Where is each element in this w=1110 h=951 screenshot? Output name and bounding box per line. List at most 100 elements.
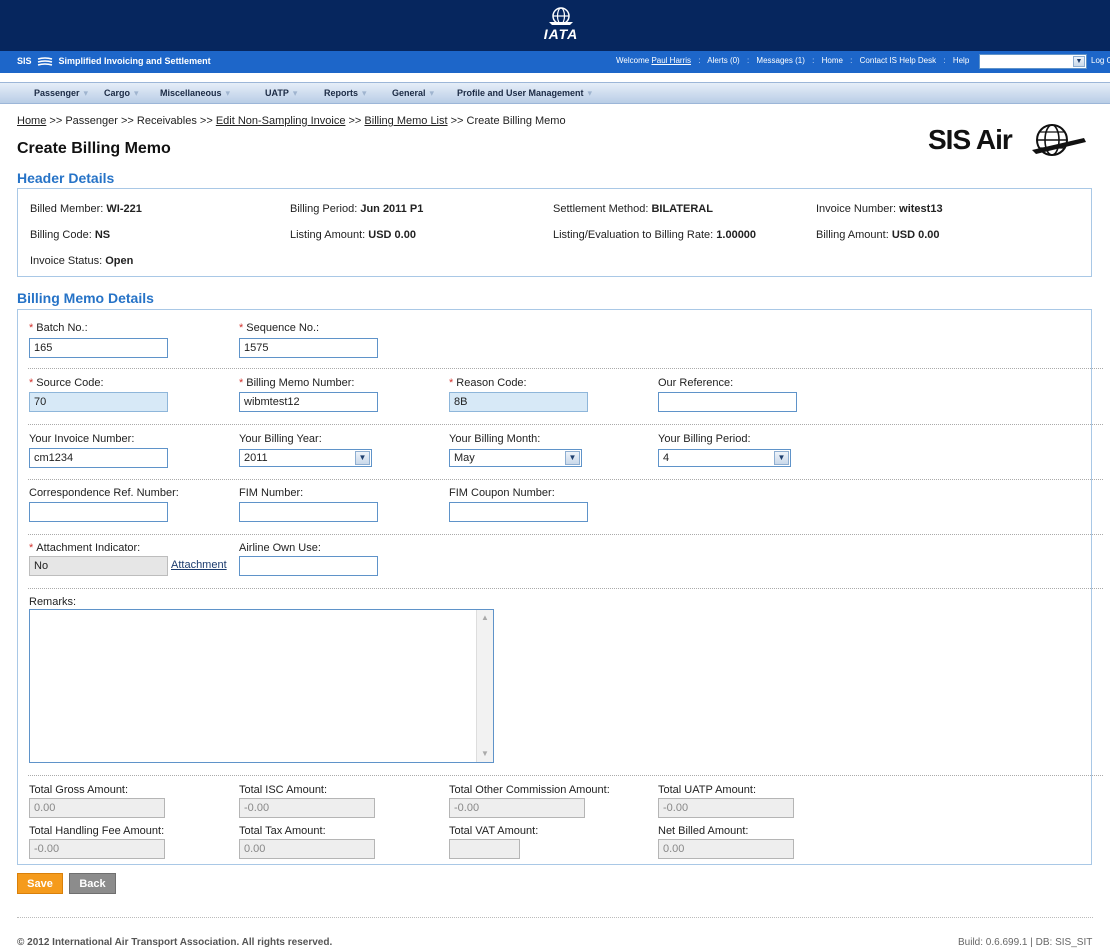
billing-rate-value: 1.00000 <box>716 229 757 241</box>
our-reference-label: Our Reference: <box>658 377 734 389</box>
total-gross-label: Total Gross Amount: <box>29 784 129 796</box>
app-prefix: SIS <box>17 56 32 66</box>
settlement-method: Settlement Method: BILATERAL <box>553 203 713 215</box>
menu-reports[interactable]: Reports ▾ <box>324 88 367 99</box>
messages-link[interactable]: Messages (1) <box>756 56 804 65</box>
app-header-bar: SIS Simplified Invoicing and Settlement … <box>0 51 1110 73</box>
logoff-link[interactable]: Log Off <box>1091 56 1110 65</box>
correspondence-ref-input[interactable] <box>29 502 168 522</box>
remarks-scrollbar[interactable]: ▲ ▼ <box>476 610 493 762</box>
home-link[interactable]: Home <box>822 56 843 65</box>
menu-cargo[interactable]: Cargo ▾ <box>104 88 139 99</box>
scroll-down-icon[interactable]: ▼ <box>478 747 492 761</box>
page-title: Create Billing Memo <box>17 140 171 157</box>
source-code-input[interactable]: 70 <box>29 392 168 412</box>
back-button[interactable]: Back <box>69 873 116 894</box>
net-billed-field: 0.00 <box>658 839 794 859</box>
total-vat-label: Total VAT Amount: <box>449 825 539 837</box>
reason-code-input[interactable]: 8B <box>449 392 588 412</box>
app-name: Simplified Invoicing and Settlement <box>58 56 211 66</box>
billing-period-value: Jun 2011 P1 <box>360 203 424 215</box>
batch-label-text: Batch No.: <box>36 322 88 334</box>
help-desk-link[interactable]: Contact IS Help Desk <box>860 56 936 65</box>
invoice-status-label: Invoice Status: <box>30 255 103 267</box>
billing-memo-number-input[interactable]: wibmtest12 <box>239 392 378 412</box>
billing-code: Billing Code: NS <box>30 229 110 241</box>
fim-coupon-number-input[interactable] <box>449 502 588 522</box>
remarks-textarea[interactable]: ▲ ▼ <box>29 609 494 763</box>
menu-uatp[interactable]: UATP ▾ <box>265 88 297 99</box>
billing-amount-label: Billing Amount: <box>816 229 889 241</box>
attachment-indicator-label: * Attachment Indicator: <box>29 542 140 554</box>
invoice-number-value: witest13 <box>899 203 943 215</box>
menu-label: Reports <box>324 88 359 98</box>
app-brand: SIS Simplified Invoicing and Settlement <box>17 56 211 67</box>
menu-profile-user-management[interactable]: Profile and User Management ▾ <box>457 88 592 99</box>
divider <box>28 775 1103 776</box>
reason-code-label: * Reason Code: <box>449 377 527 389</box>
airline-own-use-label: Airline Own Use: <box>239 542 321 554</box>
sequence-input[interactable]: 1575 <box>239 338 378 358</box>
chevron-down-icon: ▾ <box>362 88 367 98</box>
menu-label: Profile and User Management <box>457 88 584 98</box>
attachment-link[interactable]: Attachment <box>171 559 227 571</box>
menu-general[interactable]: General ▾ <box>392 88 434 99</box>
chevron-down-icon: ▾ <box>292 88 298 98</box>
your-billing-period-value: 4 <box>663 452 670 464</box>
menu-passenger[interactable]: Passenger ▾ <box>34 88 88 99</box>
your-billing-period-label: Your Billing Period: <box>658 433 751 445</box>
total-tax-label: Total Tax Amount: <box>239 825 326 837</box>
your-billing-year-select[interactable]: 2011 ▼ <box>239 449 372 467</box>
globe-icon <box>549 7 573 25</box>
member-select[interactable]: IB-075 ▼ <box>979 54 1087 69</box>
chevron-down-icon: ▾ <box>429 88 435 98</box>
billing-period-label: Billing Period: <box>290 203 358 215</box>
your-billing-year-value: 2011 <box>244 452 268 464</box>
invoice-number: Invoice Number: witest13 <box>816 203 943 215</box>
sis-air-logo: SIS Air <box>928 120 1088 164</box>
sequence-label: * Sequence No.: <box>239 322 319 334</box>
breadcrumb-billing-memo-list-link[interactable]: Billing Memo List <box>364 115 447 127</box>
chevron-down-icon: ▾ <box>587 88 593 98</box>
save-button[interactable]: Save <box>17 873 63 894</box>
sis-lines-icon <box>37 56 53 66</box>
total-other-commission-label: Total Other Commission Amount: <box>449 784 610 796</box>
chevron-down-icon: ▾ <box>134 88 139 98</box>
user-name-link[interactable]: Paul Harris <box>651 56 691 65</box>
breadcrumb-edit-invoice-link[interactable]: Edit Non-Sampling Invoice <box>216 115 346 127</box>
menu-label: Miscellaneous <box>160 88 222 98</box>
help-link[interactable]: Help <box>953 56 969 65</box>
total-uatp-label: Total UATP Amount: <box>658 784 757 796</box>
divider <box>28 588 1103 589</box>
menu-miscellaneous[interactable]: Miscellaneous ▾ <box>160 88 230 99</box>
attachment-indicator-field: No <box>29 556 168 576</box>
breadcrumb-separator: >> <box>348 115 362 127</box>
total-tax-field: 0.00 <box>239 839 375 859</box>
breadcrumb-separator: >> <box>450 115 464 127</box>
your-billing-month-value: May <box>454 452 475 464</box>
total-handling-fee-field: -0.00 <box>29 839 165 859</box>
fim-number-input[interactable] <box>239 502 378 522</box>
your-billing-year-label: Your Billing Year: <box>239 433 322 445</box>
chevron-down-icon: ▼ <box>565 451 580 465</box>
batch-input[interactable]: 165 <box>29 338 168 358</box>
your-billing-month-label: Your Billing Month: <box>449 433 541 445</box>
our-reference-input[interactable] <box>658 392 797 412</box>
alerts-link[interactable]: Alerts (0) <box>707 56 739 65</box>
billing-rate: Listing/Evaluation to Billing Rate: 1.00… <box>553 229 756 241</box>
breadcrumb-home-link[interactable]: Home <box>17 115 46 127</box>
invoice-status-value: Open <box>105 255 134 267</box>
scroll-up-icon[interactable]: ▲ <box>478 611 492 625</box>
member-select-value: IB-075 <box>983 57 1007 66</box>
header-details-panel: Billed Member: WI-221 Billing Period: Ju… <box>17 188 1092 277</box>
airline-own-use-input[interactable] <box>239 556 378 576</box>
iata-logo: IATA <box>532 6 590 48</box>
your-invoice-number-input[interactable]: cm1234 <box>29 448 168 468</box>
reason-code-label-text: Reason Code: <box>456 377 527 389</box>
sis-air-wordmark: SIS Air <box>928 124 1013 155</box>
chevron-down-icon: ▾ <box>225 88 231 98</box>
your-billing-month-select[interactable]: May ▼ <box>449 449 582 467</box>
listing-amount-value: USD 0.00 <box>368 229 416 241</box>
your-billing-period-select[interactable]: 4 ▼ <box>658 449 791 467</box>
total-isc-field: -0.00 <box>239 798 375 818</box>
